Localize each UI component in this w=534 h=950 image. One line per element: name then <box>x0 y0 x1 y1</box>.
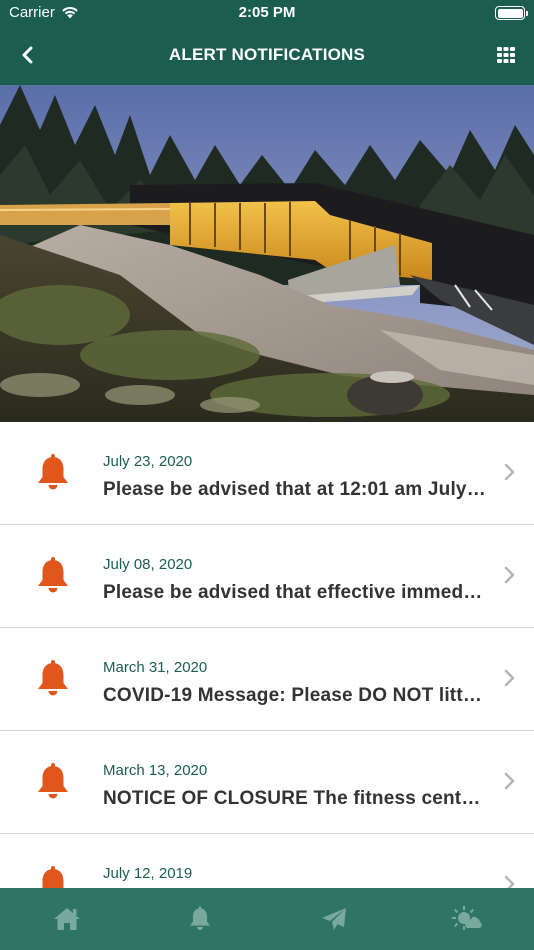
page-title: ALERT NOTIFICATIONS <box>168 45 366 64</box>
alert-message: Please be advised that effective immed… <box>103 582 483 603</box>
tab-send[interactable] <box>294 888 374 950</box>
alert-message: COVID-19 Message: Please DO NOT litt… <box>103 685 483 706</box>
alert-row[interactable]: March 31, 2020 COVID-19 Message: Please … <box>0 628 534 731</box>
chevron-right-icon <box>504 566 515 584</box>
alert-date: July 12, 2019 <box>103 865 193 882</box>
tab-weather[interactable] <box>427 888 507 950</box>
alert-message: NOTICE OF CLOSURE The fitness centre… <box>103 788 487 809</box>
home-icon <box>53 908 80 930</box>
chevron-right-icon <box>504 463 515 481</box>
alert-message: Please be advised that at 12:01 am July … <box>103 479 487 500</box>
bell-icon <box>38 660 68 696</box>
alerts-list: July 23, 2020 Please be advised that at … <box>0 422 534 888</box>
navigation-bar: ALERT NOTIFICATIONS <box>0 26 534 85</box>
bell-icon <box>38 454 68 490</box>
alert-date: July 08, 2020 <box>103 556 193 573</box>
paper-plane-icon <box>321 908 346 930</box>
chevron-right-icon <box>504 669 515 687</box>
chevron-right-icon <box>504 875 515 888</box>
bell-icon <box>38 557 68 593</box>
hero-image <box>0 85 534 422</box>
tab-home[interactable] <box>27 888 107 950</box>
alert-row[interactable]: July 12, 2019 <box>0 834 534 888</box>
battery-icon <box>495 6 528 20</box>
alert-row[interactable]: July 23, 2020 Please be advised that at … <box>0 422 534 525</box>
bell-icon <box>38 763 68 799</box>
alert-row[interactable]: July 08, 2020 Please be advised that eff… <box>0 525 534 628</box>
alert-row[interactable]: March 13, 2020 NOTICE OF CLOSURE The fit… <box>0 731 534 834</box>
alert-date: March 31, 2020 <box>103 659 208 676</box>
alert-date: July 23, 2020 <box>103 453 193 470</box>
status-bar: Carrier 2:05 PM <box>0 0 534 26</box>
chevron-right-icon <box>504 772 515 790</box>
bell-icon <box>42 866 64 888</box>
tab-bar <box>0 888 534 950</box>
tab-alerts[interactable] <box>160 888 240 950</box>
grid-menu-icon[interactable] <box>496 45 516 65</box>
clock: 2:05 PM <box>238 4 296 21</box>
bell-icon <box>190 906 211 930</box>
alert-date: March 13, 2020 <box>103 762 208 779</box>
weather-icon <box>452 906 482 930</box>
